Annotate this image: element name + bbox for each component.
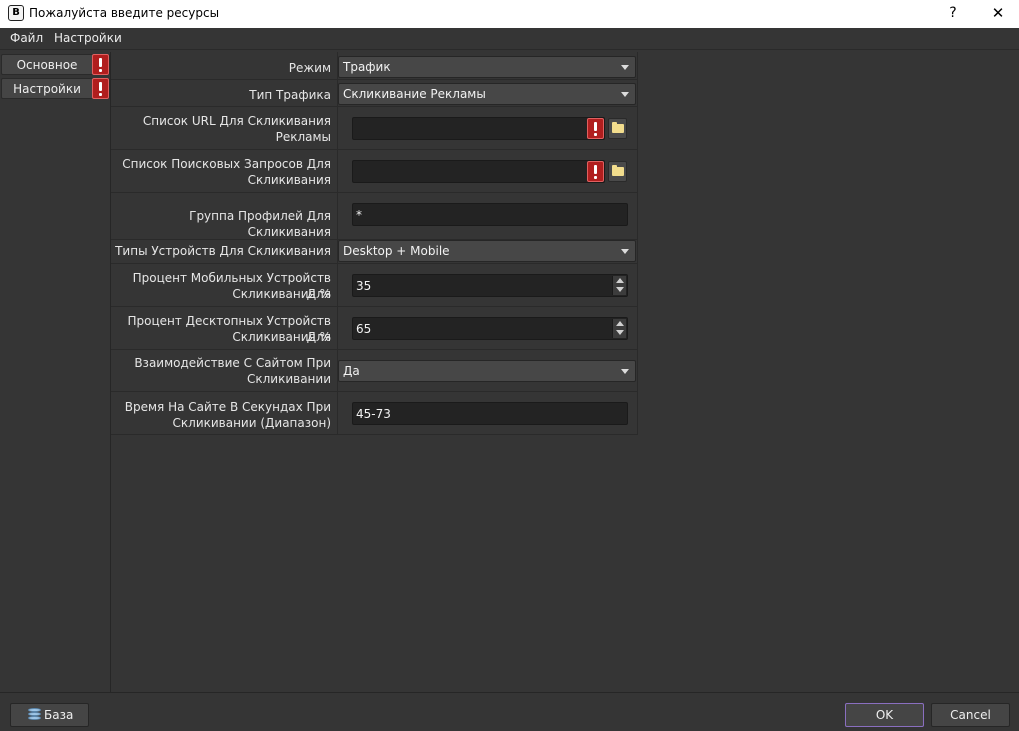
mode-label: Режим bbox=[288, 61, 331, 75]
traffic-type-label: Тип Трафика bbox=[249, 88, 331, 102]
row-profile-group: Группа Профилей Для Скликивания * bbox=[111, 193, 638, 240]
profile-group-label: Группа Профилей Для Скликивания bbox=[189, 209, 331, 239]
time-on-site-label-line1: Время На Сайте В Секундах При bbox=[124, 400, 331, 414]
url-list-input[interactable] bbox=[352, 117, 605, 140]
menu-settings[interactable]: Настройки bbox=[54, 31, 122, 45]
traffic-type-select[interactable]: Скликивание Рекламы bbox=[338, 83, 636, 105]
spin-up-icon[interactable] bbox=[616, 321, 624, 326]
warning-icon bbox=[92, 78, 109, 99]
row-traffic-type: Тип Трафика Скликивание Рекламы bbox=[111, 80, 638, 107]
app-icon: B bbox=[8, 5, 24, 21]
warning-icon bbox=[92, 54, 109, 75]
window-title: Пожалуйста введите ресурсы bbox=[29, 6, 220, 20]
sidebar-item-label: Настройки bbox=[13, 82, 81, 96]
desktop-percent-label-line2: Скликивания % bbox=[232, 330, 331, 344]
search-queries-browse-button[interactable] bbox=[608, 161, 627, 182]
row-search-queries: Список Поисковых Запросов Для Скликивани… bbox=[111, 150, 638, 193]
url-list-browse-button[interactable] bbox=[608, 118, 627, 139]
search-queries-label-line1: Список Поисковых Запросов Для bbox=[122, 157, 331, 171]
device-types-select[interactable]: Desktop + Mobile bbox=[338, 240, 636, 262]
search-queries-label-line2: Скликивания bbox=[247, 173, 331, 187]
site-interaction-label-line2: Скликивании bbox=[246, 372, 331, 386]
close-button[interactable]: ✕ bbox=[985, 2, 1011, 24]
chevron-down-icon bbox=[621, 65, 629, 70]
chevron-down-icon bbox=[621, 369, 629, 374]
database-icon bbox=[28, 708, 41, 723]
sidebar-item-label: Основное bbox=[16, 58, 78, 72]
site-interaction-select[interactable]: Да bbox=[338, 360, 636, 382]
row-mode: Режим Трафик bbox=[111, 52, 638, 80]
chevron-down-icon bbox=[621, 249, 629, 254]
url-list-label-line1: Список URL Для Скликивания bbox=[142, 114, 331, 128]
base-button-label: База bbox=[44, 708, 74, 722]
row-device-types: Типы Устройств Для Скликивания Desktop +… bbox=[111, 240, 638, 264]
site-interaction-label-line1: Взаимодействие С Сайтом При bbox=[134, 356, 331, 370]
row-mobile-percent: Процент Мобильных Устройств Для Скликива… bbox=[111, 264, 638, 307]
spin-buttons[interactable] bbox=[612, 276, 626, 295]
chevron-down-icon bbox=[621, 92, 629, 97]
base-button[interactable]: База bbox=[10, 703, 89, 727]
spin-down-icon[interactable] bbox=[616, 330, 624, 335]
row-time-on-site: Время На Сайте В Секундах При Скликивани… bbox=[111, 392, 638, 435]
cancel-button[interactable]: Cancel bbox=[931, 703, 1010, 727]
mode-select[interactable]: Трафик bbox=[338, 56, 636, 78]
menu-file[interactable]: Файл bbox=[10, 31, 43, 45]
device-types-label: Типы Устройств Для Скликивания bbox=[115, 244, 331, 258]
row-desktop-percent: Процент Десктопных Устройств Для Скликив… bbox=[111, 307, 638, 350]
title-bar: B Пожалуйста введите ресурсы ? ✕ bbox=[0, 0, 1019, 28]
profile-group-input[interactable]: * bbox=[352, 203, 628, 226]
row-url-list: Список URL Для Скликивания Рекламы bbox=[111, 107, 638, 150]
help-button[interactable]: ? bbox=[940, 2, 966, 24]
folder-icon bbox=[612, 165, 624, 176]
ok-button[interactable]: OK bbox=[845, 703, 924, 727]
mobile-percent-spinbox[interactable]: 35 bbox=[352, 274, 628, 297]
menu-bar: Файл Настройки bbox=[0, 28, 1019, 50]
search-queries-input[interactable] bbox=[352, 160, 605, 183]
url-list-label-line2: Рекламы bbox=[275, 130, 331, 144]
spin-buttons[interactable] bbox=[612, 319, 626, 338]
desktop-percent-spinbox[interactable]: 65 bbox=[352, 317, 628, 340]
sidebar-item-settings[interactable]: Настройки bbox=[1, 78, 110, 99]
sidebar: Основное Настройки bbox=[0, 52, 111, 692]
spin-up-icon[interactable] bbox=[616, 278, 624, 283]
bottom-bar: База OK Cancel bbox=[0, 692, 1019, 731]
sidebar-item-main[interactable]: Основное bbox=[1, 54, 110, 75]
time-on-site-input[interactable]: 45-73 bbox=[352, 402, 628, 425]
warning-icon bbox=[587, 161, 604, 182]
spin-down-icon[interactable] bbox=[616, 287, 624, 292]
folder-icon bbox=[612, 122, 624, 133]
warning-icon bbox=[587, 118, 604, 139]
time-on-site-label-line2: Скликивании (Диапазон) bbox=[172, 416, 331, 430]
mobile-percent-label-line2: Скликивания % bbox=[232, 287, 331, 301]
row-site-interaction: Взаимодействие С Сайтом При Скликивании … bbox=[111, 350, 638, 392]
